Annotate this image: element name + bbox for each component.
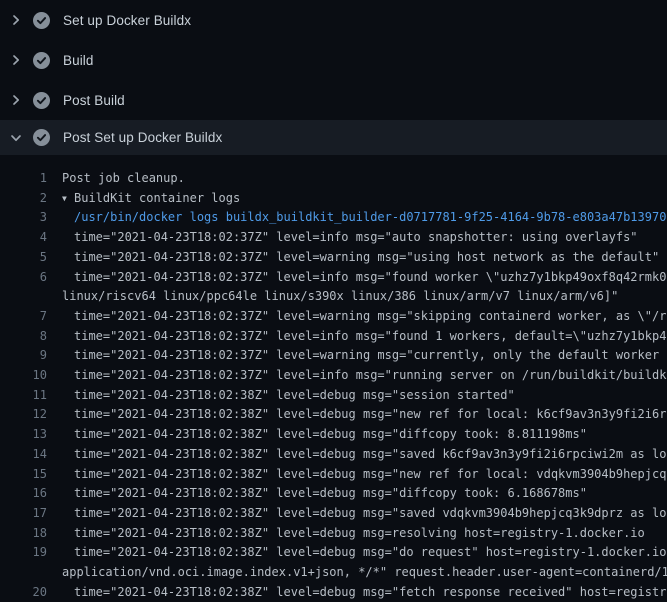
- log-line: 14 time="2021-04-23T18:02:38Z" level=debu…: [0, 445, 667, 465]
- log-text: time="2021-04-23T18:02:38Z" level=debug …: [74, 425, 587, 445]
- log-text: time="2021-04-23T18:02:37Z" level=info m…: [74, 366, 667, 386]
- step-title: Post Set up Docker Buildx: [63, 130, 222, 145]
- log-line-number[interactable]: 6: [0, 268, 47, 288]
- log-line: 15 time="2021-04-23T18:02:38Z" level=debu…: [0, 465, 667, 485]
- chevron-down-icon: [8, 130, 24, 146]
- log-line: 4 time="2021-04-23T18:02:37Z" level=info …: [0, 228, 667, 248]
- log-line-number[interactable]: 14: [0, 445, 47, 465]
- log-text: time="2021-04-23T18:02:38Z" level=debug …: [74, 543, 667, 563]
- log-text: time="2021-04-23T18:02:38Z" level=debug …: [74, 445, 667, 465]
- step-row-post-build[interactable]: Post Build: [0, 80, 667, 120]
- log-text: time="2021-04-23T18:02:38Z" level=debug …: [74, 524, 645, 544]
- log-line-number[interactable]: 13: [0, 425, 47, 445]
- log-line-number[interactable]: 19: [0, 543, 47, 563]
- log-text: time="2021-04-23T18:02:37Z" level=warnin…: [74, 346, 667, 366]
- log-line-number[interactable]: 11: [0, 386, 47, 406]
- chevron-right-icon: [8, 12, 24, 28]
- log-text: application/vnd.oci.image.index.v1+json,…: [62, 563, 667, 583]
- chevron-right-icon: [8, 92, 24, 108]
- log-line-number[interactable]: 17: [0, 504, 47, 524]
- log-text: Post job cleanup.: [62, 169, 185, 189]
- check-circle-icon: [33, 12, 50, 29]
- log-line-number[interactable]: 16: [0, 484, 47, 504]
- log-line-number[interactable]: 2: [0, 189, 47, 209]
- log-group-row[interactable]: 2 ▼BuildKit container logs: [0, 189, 667, 209]
- log-text: time="2021-04-23T18:02:37Z" level=warnin…: [74, 307, 667, 327]
- step-title: Build: [63, 53, 94, 68]
- log-line-number[interactable]: 12: [0, 405, 47, 425]
- group-expand-triangle-icon: ▼: [62, 189, 74, 209]
- log-text: time="2021-04-23T18:02:38Z" level=debug …: [74, 386, 515, 406]
- step-row-post-set-up-docker-buildx[interactable]: Post Set up Docker Buildx: [0, 120, 667, 155]
- log-line-number[interactable]: 8: [0, 327, 47, 347]
- log-line-number[interactable]: 1: [0, 169, 47, 189]
- log-line-number[interactable]: 7: [0, 307, 47, 327]
- log-line: 10 time="2021-04-23T18:02:37Z" level=info…: [0, 366, 667, 386]
- log-line-number[interactable]: 3: [0, 208, 47, 228]
- log-line-number[interactable]: [0, 563, 47, 583]
- log-line: 16 time="2021-04-23T18:02:38Z" level=debu…: [0, 484, 667, 504]
- log-line-number[interactable]: 18: [0, 524, 47, 544]
- step-row-set-up-docker-buildx[interactable]: Set up Docker Buildx: [0, 0, 667, 40]
- log-line: 20 time="2021-04-23T18:02:38Z" level=debu…: [0, 583, 667, 602]
- log-text: time="2021-04-23T18:02:38Z" level=debug …: [74, 405, 667, 425]
- log-text: time="2021-04-23T18:02:37Z" level=info m…: [74, 327, 667, 347]
- log-text: time="2021-04-23T18:02:38Z" level=debug …: [74, 583, 667, 602]
- log-line-number[interactable]: 20: [0, 583, 47, 602]
- log-command-text: /usr/bin/docker logs buildx_buildkit_bui…: [74, 208, 666, 228]
- log-text: BuildKit container logs: [74, 189, 240, 209]
- log-text: time="2021-04-23T18:02:38Z" level=debug …: [74, 465, 667, 485]
- log-line-number[interactable]: [0, 287, 47, 307]
- log-line-number[interactable]: 4: [0, 228, 47, 248]
- log-line-number[interactable]: 5: [0, 248, 47, 268]
- log-line-number[interactable]: 9: [0, 346, 47, 366]
- log-line: 1 Post job cleanup.: [0, 169, 667, 189]
- log-text: time="2021-04-23T18:02:37Z" level=info m…: [74, 228, 638, 248]
- log-line-number[interactable]: 15: [0, 465, 47, 485]
- log-line: 13 time="2021-04-23T18:02:38Z" level=debu…: [0, 425, 667, 445]
- log-line: 6 time="2021-04-23T18:02:37Z" level=info …: [0, 268, 667, 288]
- check-circle-icon: [33, 129, 50, 146]
- log-line: 19 time="2021-04-23T18:02:38Z" level=debu…: [0, 543, 667, 563]
- log-line: 18 time="2021-04-23T18:02:38Z" level=debu…: [0, 524, 667, 544]
- log-line: 5 time="2021-04-23T18:02:37Z" level=warni…: [0, 248, 667, 268]
- log-line: 3/usr/bin/docker logs buildx_buildkit_bu…: [0, 208, 667, 228]
- log-text: linux/riscv64 linux/ppc64le linux/s390x …: [62, 287, 618, 307]
- log-text: time="2021-04-23T18:02:37Z" level=info m…: [74, 268, 667, 288]
- step-row-build[interactable]: Build: [0, 40, 667, 80]
- log-line: 12 time="2021-04-23T18:02:38Z" level=debu…: [0, 405, 667, 425]
- step-title: Set up Docker Buildx: [63, 13, 191, 28]
- log-line: 9 time="2021-04-23T18:02:37Z" level=warni…: [0, 346, 667, 366]
- log-line: linux/riscv64 linux/ppc64le linux/s390x …: [0, 287, 667, 307]
- log-line: application/vnd.oci.image.index.v1+json,…: [0, 563, 667, 583]
- chevron-right-icon: [8, 52, 24, 68]
- log-line: 17 time="2021-04-23T18:02:38Z" level=debu…: [0, 504, 667, 524]
- log-line: 8 time="2021-04-23T18:02:37Z" level=info …: [0, 327, 667, 347]
- log-text: time="2021-04-23T18:02:37Z" level=warnin…: [74, 248, 659, 268]
- log-line-number[interactable]: 10: [0, 366, 47, 386]
- log-line: 11 time="2021-04-23T18:02:38Z" level=debu…: [0, 386, 667, 406]
- step-title: Post Build: [63, 93, 125, 108]
- log-viewer: 1 Post job cleanup. 2 ▼BuildKit container l…: [0, 155, 667, 602]
- log-text: time="2021-04-23T18:02:38Z" level=debug …: [74, 484, 587, 504]
- check-circle-icon: [33, 52, 50, 69]
- log-line: 7 time="2021-04-23T18:02:37Z" level=warni…: [0, 307, 667, 327]
- step-list: Set up Docker Buildx Build Post Build Post …: [0, 0, 667, 155]
- log-text: time="2021-04-23T18:02:38Z" level=debug …: [74, 504, 667, 524]
- check-circle-icon: [33, 92, 50, 109]
